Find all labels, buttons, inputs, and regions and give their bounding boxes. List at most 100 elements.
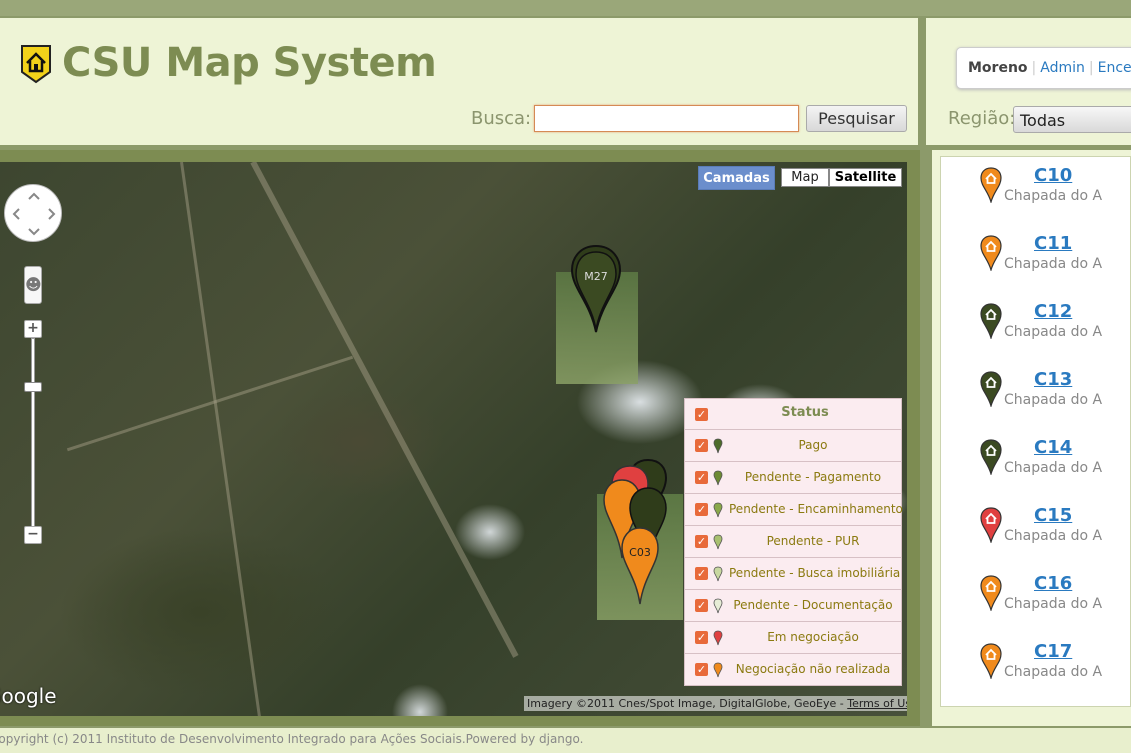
legend-label: Em negociação xyxy=(767,630,859,644)
footer-text: Copyright (c) 2011 Instituto de Desenvol… xyxy=(0,732,584,746)
marker-label: C03 xyxy=(629,546,651,559)
map-canvas[interactable]: M27 C03 ☻ + − Camadas Map Satellite ✓ St… xyxy=(0,162,907,716)
list-item[interactable]: C11 Chapada do A xyxy=(941,225,1130,293)
google-logo: Google xyxy=(0,684,57,708)
marker-place: Chapada do A xyxy=(1004,664,1103,680)
marker-icon xyxy=(713,566,723,582)
home-marker-icon xyxy=(980,507,1002,543)
marker-icon xyxy=(713,470,723,486)
zoom-in-button[interactable]: + xyxy=(24,320,42,338)
pan-arrows-icon xyxy=(12,192,56,236)
home-marker-icon xyxy=(980,643,1002,679)
marker-label: M27 xyxy=(584,270,608,283)
marker-code-link[interactable]: C13 xyxy=(1034,369,1072,390)
marker-place: Chapada do A xyxy=(1004,596,1103,612)
marker-icon xyxy=(713,630,723,646)
home-marker-icon xyxy=(980,235,1002,271)
home-marker-icon xyxy=(980,371,1002,407)
legend-item[interactable]: ✓ Pendente - Encaminhamento xyxy=(684,494,903,526)
list-item[interactable]: C15 Chapada do A xyxy=(941,497,1130,565)
marker-icon xyxy=(713,534,723,550)
checkbox-icon[interactable]: ✓ xyxy=(695,567,708,580)
checkbox-icon[interactable]: ✓ xyxy=(695,408,708,421)
legend-item[interactable]: ✓ Negociação não realizada xyxy=(684,654,902,686)
username: Moreno xyxy=(968,60,1028,76)
legend-label: Pendente - Pagamento xyxy=(744,470,882,484)
marker-code-link[interactable]: C10 xyxy=(1034,165,1072,186)
legend-item[interactable]: ✓ Pago xyxy=(684,430,902,462)
street-view-pegman-icon[interactable]: ☻ xyxy=(24,266,42,304)
search-button[interactable]: Pesquisar xyxy=(806,105,907,132)
legend-title: Status xyxy=(781,405,829,420)
zoom-slider-handle[interactable] xyxy=(24,382,42,392)
status-legend: ✓ Status ✓ Pago ✓ Pendente - Pagamento ✓ Pend… xyxy=(684,398,903,686)
list-item[interactable]: C13 Chapada do A xyxy=(941,361,1130,429)
marker-code-link[interactable]: C17 xyxy=(1034,641,1072,662)
legend-item[interactable]: ✓ Pendente - Busca imobiliária xyxy=(684,558,902,590)
layers-button[interactable]: Camadas xyxy=(698,166,775,190)
legend-item[interactable]: ✓ Pendente - PUR xyxy=(684,526,902,558)
search-label: Busca: xyxy=(471,108,532,129)
map-type-satellite-button[interactable]: Satellite xyxy=(829,168,902,187)
terms-link[interactable]: Terms of Use xyxy=(847,697,907,710)
home-marker-icon xyxy=(980,575,1002,611)
list-item[interactable]: C14 Chapada do A xyxy=(941,429,1130,497)
marker-place: Chapada do A xyxy=(1004,188,1103,204)
separator: | xyxy=(1031,60,1037,76)
map-marker-cluster[interactable]: C03 xyxy=(600,458,674,608)
legend-label: Negociação não realizada xyxy=(735,662,891,676)
marker-code-link[interactable]: C16 xyxy=(1034,573,1072,594)
marker-code-link[interactable]: C11 xyxy=(1034,233,1072,254)
imagery-credit: Imagery ©2011 Cnes/Spot Image, DigitalGl… xyxy=(524,696,907,711)
list-item[interactable]: C16 Chapada do A xyxy=(941,565,1130,633)
page-title: CSU Map System xyxy=(62,40,437,86)
marker-code-link[interactable]: C12 xyxy=(1034,301,1072,322)
marker-code-link[interactable]: C14 xyxy=(1034,437,1072,458)
list-item[interactable]: C10 Chapada do A xyxy=(941,157,1130,225)
legend-label: Pendente - Busca imobiliária xyxy=(729,566,901,580)
map-type-map-button[interactable]: Map xyxy=(781,168,829,187)
list-item[interactable]: C17 Chapada do A xyxy=(941,633,1130,701)
map-marker-m27[interactable]: M27 xyxy=(568,244,624,334)
zoom-slider-track[interactable] xyxy=(31,338,35,534)
marker-code-link[interactable]: C15 xyxy=(1034,505,1072,526)
checkbox-icon[interactable]: ✓ xyxy=(695,439,708,452)
marker-place: Chapada do A xyxy=(1004,256,1103,272)
checkbox-icon[interactable]: ✓ xyxy=(695,631,708,644)
legend-header: ✓ Status xyxy=(684,398,902,430)
region-label: Região: xyxy=(948,108,1016,129)
marker-place: Chapada do A xyxy=(1004,324,1103,340)
legend-item[interactable]: ✓ Em negociação xyxy=(684,622,902,654)
user-menu: Moreno|Admin|Encerrar xyxy=(956,47,1131,89)
home-marker-icon xyxy=(980,439,1002,475)
marker-icon xyxy=(713,438,723,454)
legend-item[interactable]: ✓ Pendente - Pagamento xyxy=(684,462,902,494)
marker-icon xyxy=(713,598,723,614)
zoom-out-button[interactable]: − xyxy=(24,526,42,544)
road xyxy=(180,162,261,716)
top-band xyxy=(0,0,1131,16)
marker-icon xyxy=(713,662,723,678)
home-logo-icon xyxy=(21,45,51,84)
home-marker-icon xyxy=(980,167,1002,203)
legend-label: Pendente - PUR xyxy=(766,534,860,548)
imagery-credit-text: Imagery ©2011 Cnes/Spot Image, DigitalGl… xyxy=(527,697,848,710)
legend-item[interactable]: ✓ Pendente - Documentação xyxy=(684,590,902,622)
list-item[interactable]: C12 Chapada do A xyxy=(941,293,1130,361)
region-select[interactable]: Todas xyxy=(1013,106,1131,133)
footer: Copyright (c) 2011 Instituto de Desenvol… xyxy=(0,728,1131,753)
header: CSU Map System Busca: Pesquisar xyxy=(0,18,918,145)
search-input[interactable] xyxy=(534,105,799,132)
checkbox-icon[interactable]: ✓ xyxy=(695,663,708,676)
checkbox-icon[interactable]: ✓ xyxy=(695,535,708,548)
admin-link[interactable]: Admin xyxy=(1040,60,1085,76)
home-marker-icon xyxy=(980,303,1002,339)
logout-link[interactable]: Encerrar xyxy=(1098,60,1131,76)
checkbox-icon[interactable]: ✓ xyxy=(695,599,708,612)
marker-list: C10 Chapada do A C11 Chapada do A C12 Chapada… xyxy=(940,156,1131,707)
checkbox-icon[interactable]: ✓ xyxy=(695,471,708,484)
checkbox-icon[interactable]: ✓ xyxy=(695,503,708,516)
marker-icon xyxy=(713,502,723,518)
road xyxy=(250,162,519,658)
pan-control[interactable] xyxy=(4,184,62,242)
